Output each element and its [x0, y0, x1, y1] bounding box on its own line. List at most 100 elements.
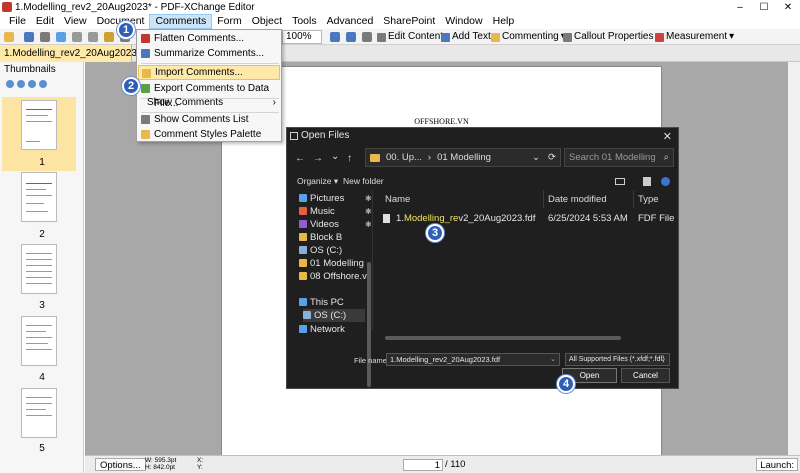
flatten-comments-item[interactable]: Flatten Comments...: [138, 31, 280, 46]
document-tab[interactable]: 1.Modelling_rev2_20Aug2023 *: [0, 45, 137, 76]
page-number-input[interactable]: 1: [403, 458, 443, 471]
help-icon[interactable]: [661, 177, 670, 186]
nav-os-drive[interactable]: OS (C:): [299, 244, 342, 257]
open-icon[interactable]: [4, 32, 14, 42]
nav-music[interactable]: Music ✱: [299, 205, 372, 218]
address-bar[interactable]: 00. Up... › 01 Modelling ⌄ ⟳: [365, 148, 561, 167]
menu-window[interactable]: Window: [440, 14, 487, 29]
menu-file[interactable]: File: [4, 14, 31, 29]
rotate-icon[interactable]: [362, 32, 372, 42]
options-button[interactable]: Options...: [95, 458, 146, 471]
callout-icon: [563, 32, 572, 42]
file-type-select[interactable]: All Supported Files (*.xfdf;*.fdf) ⌄: [565, 353, 670, 366]
forward-icon[interactable]: →: [313, 153, 323, 164]
list-icon: [141, 115, 150, 124]
chevron-down-icon[interactable]: ⌄: [550, 354, 556, 365]
chevron-down-icon[interactable]: ⌄: [532, 149, 540, 166]
nav-os-drive-2[interactable]: OS (C:): [303, 309, 365, 322]
zoom-in-icon[interactable]: [17, 80, 25, 88]
callout-properties-button[interactable]: Callout Properties▾: [560, 30, 664, 44]
menu-object[interactable]: Object: [247, 14, 287, 29]
search-input[interactable]: Search 01 Modelling ⌕: [564, 148, 674, 167]
menu-sharepoint[interactable]: SharePoint: [378, 14, 440, 29]
zoom-field[interactable]: 100%: [282, 30, 322, 44]
file-icon: [383, 214, 390, 223]
show-comments-label: Show Comments: [147, 97, 224, 108]
commenting-button[interactable]: Commenting▾: [488, 30, 569, 44]
thumbnail-label: 3: [39, 300, 45, 311]
launch-button[interactable]: Launch:: [756, 458, 798, 471]
menu-tools[interactable]: Tools: [287, 14, 322, 29]
thumbnail-page-5[interactable]: [21, 388, 57, 438]
menu-help[interactable]: Help: [488, 14, 520, 29]
nav-videos[interactable]: Videos ✱: [299, 218, 372, 231]
email-icon[interactable]: [56, 32, 66, 42]
organize-button[interactable]: Organize ▾: [297, 173, 338, 190]
back-icon[interactable]: ←: [295, 153, 305, 164]
page-total: / 110: [445, 459, 466, 470]
palette-icon: [141, 130, 150, 139]
cancel-button[interactable]: Cancel: [621, 368, 670, 383]
minimize-button[interactable]: –: [728, 0, 752, 14]
menu-comments[interactable]: Comments: [149, 14, 213, 29]
breadcrumb-parent[interactable]: 00. Up...: [386, 149, 422, 166]
print-icon[interactable]: [40, 32, 50, 42]
hand-tool-icon[interactable]: [104, 32, 114, 42]
nav-block-b[interactable]: Block B: [299, 231, 342, 244]
drive-icon: [299, 246, 307, 254]
close-button[interactable]: ✕: [776, 0, 800, 14]
maximize-button[interactable]: ☐: [752, 0, 776, 14]
rotate-icon[interactable]: [39, 80, 47, 88]
export-comments-item[interactable]: Export Comments to Data File...: [138, 81, 280, 109]
zoom-out-icon[interactable]: [28, 80, 36, 88]
measurement-button[interactable]: Measurement ▾: [652, 30, 737, 44]
add-text-button[interactable]: Add Text: [438, 30, 494, 44]
file-name-field[interactable]: 1.Modelling_rev2_20Aug2023.fdf ⌄: [386, 353, 560, 366]
nav-os-drive-label: OS (C:): [310, 245, 343, 256]
options-icon[interactable]: [6, 80, 14, 88]
zoom-out-icon[interactable]: [346, 32, 356, 42]
dialog-close-icon[interactable]: ✕: [663, 129, 672, 145]
column-type-header[interactable]: Type: [638, 194, 659, 205]
refresh-icon[interactable]: ⟳: [548, 149, 556, 166]
recent-locations-icon[interactable]: ⌄: [331, 151, 339, 162]
chevron-down-icon[interactable]: ⌄: [660, 354, 666, 365]
edit-content-icon: [377, 32, 386, 42]
new-folder-button[interactable]: New folder: [343, 173, 384, 190]
view-options-icon[interactable]: [615, 178, 625, 185]
zoom-in-icon[interactable]: [330, 32, 340, 42]
up-icon[interactable]: ↑: [347, 153, 352, 164]
thumbnail-page-2[interactable]: [21, 172, 57, 222]
column-date-header[interactable]: Date modified: [548, 194, 607, 205]
summarize-comments-item[interactable]: Summarize Comments...: [138, 46, 280, 61]
nav-pictures[interactable]: Pictures ✱: [299, 192, 372, 205]
edit-content-button[interactable]: Edit Content: [374, 30, 446, 44]
nav-01-modelling[interactable]: 01 Modelling: [299, 257, 364, 270]
nav-network[interactable]: Network: [299, 323, 345, 336]
thumbnail-page-4[interactable]: [21, 316, 57, 366]
menu-form[interactable]: Form: [212, 14, 247, 29]
breadcrumb-current[interactable]: 01 Modelling: [437, 149, 491, 166]
nav-scrollbar[interactable]: [367, 262, 371, 387]
menu-view[interactable]: View: [59, 14, 92, 29]
undo-icon[interactable]: [72, 32, 82, 42]
thumbnail-page-3[interactable]: [21, 244, 57, 294]
file-row[interactable]: 1.Modelling_rev2_20Aug2023.fdf 6/25/2024…: [375, 212, 678, 226]
thumbnails-header: Thumbnails: [4, 64, 56, 75]
nav-08-offshore[interactable]: 08 Offshore.v: [299, 270, 367, 283]
save-icon[interactable]: [24, 32, 34, 42]
vertical-scrollbar[interactable]: [788, 62, 800, 455]
nav-this-pc[interactable]: This PC: [299, 296, 344, 309]
page-dimensions: W: 595.3pt H: 842.0pt: [145, 457, 176, 471]
comment-styles-palette-item[interactable]: Comment Styles Palette: [138, 127, 280, 142]
show-comments-item[interactable]: Show Comments ›: [138, 95, 280, 110]
import-comments-item[interactable]: Import Comments...: [138, 65, 280, 80]
preview-pane-icon[interactable]: [643, 177, 651, 186]
column-name-header[interactable]: Name: [385, 194, 410, 205]
horizontal-scrollbar[interactable]: [385, 336, 621, 340]
thumbnail-page-1[interactable]: [21, 100, 57, 150]
menu-edit[interactable]: Edit: [31, 14, 59, 29]
show-comments-list-item[interactable]: Show Comments List: [138, 112, 280, 127]
redo-icon[interactable]: [88, 32, 98, 42]
menu-advanced[interactable]: Advanced: [322, 14, 379, 29]
